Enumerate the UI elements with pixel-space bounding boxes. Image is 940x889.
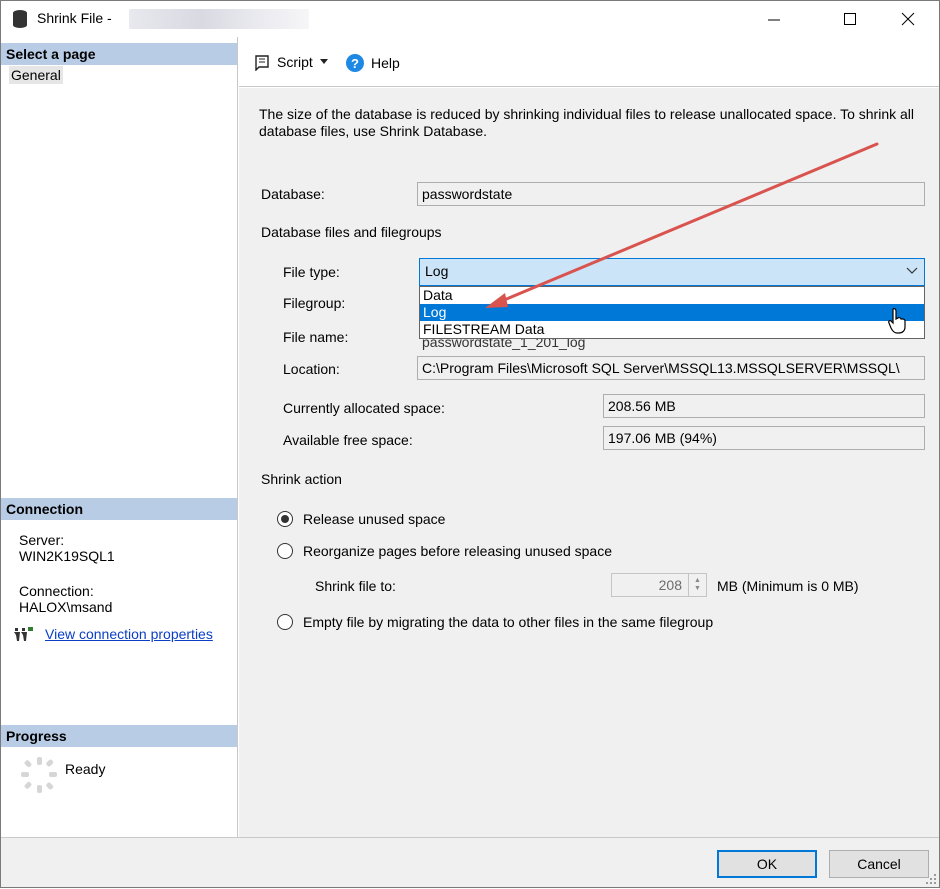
toolbar: Script ? Help — [239, 37, 939, 87]
connection-header: Connection — [1, 498, 237, 520]
shrink-unit-label: MB (Minimum is 0 MB) — [717, 578, 859, 594]
file-type-combobox[interactable]: Log — [419, 258, 925, 286]
chevron-down-icon — [906, 267, 918, 274]
file-name-label: File name: — [283, 329, 349, 345]
script-button[interactable]: Script — [253, 53, 329, 71]
svg-text:?: ? — [351, 56, 359, 71]
free-space-field: 197.06 MB (94%) — [603, 426, 925, 450]
location-field: C:\Program Files\Microsoft SQL Server\MS… — [417, 356, 925, 380]
help-label: Help — [371, 55, 400, 71]
reorganize-radio[interactable] — [277, 543, 293, 559]
file-type-dropdown-list: Data Log FILESTREAM Data — [419, 286, 925, 339]
connection-value: HALOX\msand — [19, 599, 113, 615]
shrink-to-value: 208 — [658, 577, 682, 593]
select-page-header: Select a page — [1, 43, 237, 65]
progress-header: Progress — [1, 725, 237, 747]
database-field: passwordstate — [417, 182, 925, 206]
shrink-to-stepper: 208 ▲ ▼ — [611, 573, 707, 597]
file-type-label: File type: — [283, 264, 340, 280]
description-text: The size of the database is reduced by s… — [259, 106, 915, 139]
minimize-button[interactable] — [751, 1, 797, 37]
close-button[interactable] — [885, 1, 931, 37]
resize-grip-icon[interactable] — [925, 873, 937, 885]
help-icon: ? — [346, 54, 364, 72]
chevron-down-icon — [319, 59, 328, 64]
left-panel: Select a page General Connection Server:… — [1, 37, 238, 837]
release-radio-label: Release unused space — [303, 511, 446, 527]
script-label: Script — [277, 54, 313, 70]
database-icon — [13, 10, 27, 28]
files-group-label: Database files and filegroups — [261, 224, 442, 240]
close-icon — [901, 12, 915, 26]
file-type-option-data[interactable]: Data — [420, 287, 924, 304]
file-type-selected: Log — [425, 263, 449, 279]
minimize-icon — [768, 19, 780, 21]
ok-button[interactable]: OK — [717, 850, 817, 878]
connection-label: Connection: — [19, 583, 94, 599]
page-general[interactable]: General — [9, 65, 63, 85]
filegroup-label: Filegroup: — [283, 295, 346, 311]
database-label: Database: — [261, 186, 325, 202]
shrink-file-dialog: Shrink File - Select a page General Conn… — [0, 0, 940, 888]
shrink-to-label: Shrink file to: — [315, 578, 396, 594]
view-connection-properties[interactable]: View connection properties — [13, 626, 213, 642]
stepper-arrows-icon: ▲ ▼ — [688, 574, 706, 596]
reorganize-radio-label: Reorganize pages before releasing unused… — [303, 543, 612, 559]
dialog-footer: OK Cancel — [1, 837, 939, 887]
file-type-option-log[interactable]: Log — [420, 304, 924, 321]
option-empty-file[interactable]: Empty file by migrating the data to othe… — [277, 614, 713, 630]
server-label: Server: — [19, 532, 65, 548]
cancel-button[interactable]: Cancel — [829, 850, 929, 878]
title-bar: Shrink File - — [1, 1, 939, 37]
progress-spinner-icon — [21, 757, 57, 793]
server-value: WIN2K19SQL1 — [19, 548, 115, 564]
empty-file-radio[interactable] — [277, 614, 293, 630]
view-connection-properties-link[interactable]: View connection properties — [45, 626, 213, 642]
window-title: Shrink File - — [37, 10, 112, 26]
maximize-button[interactable] — [827, 1, 873, 37]
option-reorganize[interactable]: Reorganize pages before releasing unused… — [277, 543, 612, 559]
allocated-space-label: Currently allocated space: — [283, 400, 445, 416]
page-general-label: General — [9, 66, 63, 84]
shrink-action-label: Shrink action — [261, 471, 342, 487]
mouse-cursor-icon — [888, 308, 906, 334]
maximize-icon — [844, 13, 856, 25]
connection-properties-icon — [14, 627, 33, 641]
file-type-option-filestream[interactable]: FILESTREAM Data — [420, 321, 924, 338]
help-button[interactable]: ? Help — [345, 53, 400, 73]
empty-file-radio-label: Empty file by migrating the data to othe… — [303, 614, 714, 630]
free-space-label: Available free space: — [283, 432, 413, 448]
script-icon — [255, 55, 269, 71]
blurred-database-name — [129, 9, 309, 29]
location-label: Location: — [283, 361, 340, 377]
release-radio[interactable] — [277, 511, 293, 527]
progress-status: Ready — [65, 761, 106, 777]
allocated-space-field: 208.56 MB — [603, 394, 925, 418]
main-content: The size of the database is reduced by s… — [239, 88, 939, 838]
option-release-unused[interactable]: Release unused space — [277, 511, 445, 527]
